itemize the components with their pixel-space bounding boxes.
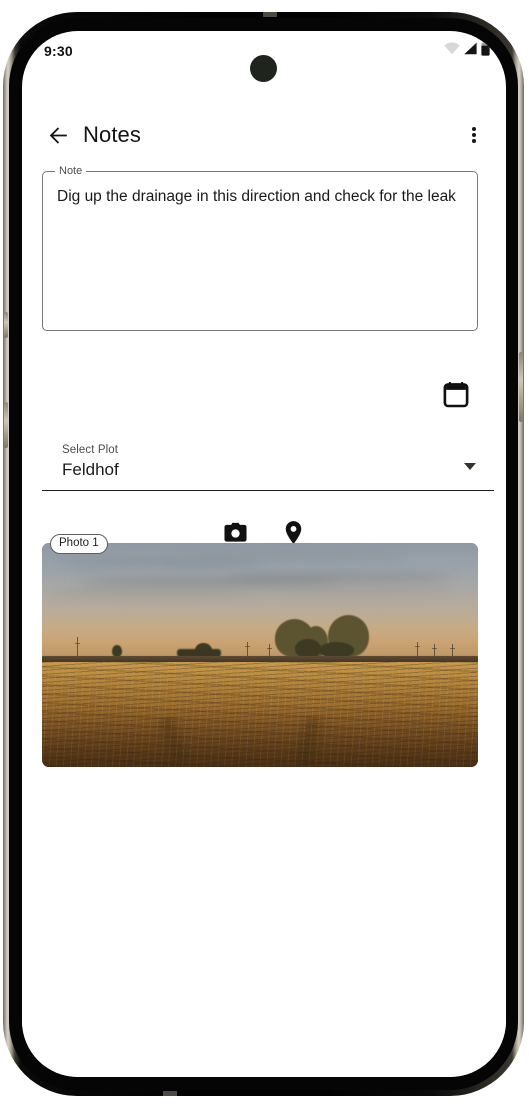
back-button[interactable] [38,115,78,155]
photo-thumbnail[interactable] [42,543,478,767]
camera-icon [223,522,247,542]
wifi-icon [444,42,460,55]
note-input[interactable]: Note Dig up the drainage in this directi… [42,165,478,331]
empty-content-area [22,771,506,1077]
phone-button-power[interactable] [519,352,523,422]
cellular-signal-icon [464,42,477,55]
status-bar-icons [444,41,490,56]
photo-chip-label[interactable]: Photo 1 [50,534,108,554]
note-input-label: Note [55,165,87,178]
photo-field [42,661,478,767]
frame-antenna-line-top [263,12,277,17]
field-shadow [42,705,478,767]
date-picker-button[interactable] [436,375,476,415]
photo-sky [42,543,478,660]
overflow-menu-button[interactable] [454,115,494,155]
power-pylon [414,641,420,658]
screenshot-root: 9:30 Notes Note Dig up the drainage in t… [0,0,529,1108]
arrow-back-icon [49,126,67,144]
calendar-icon [443,382,469,408]
power-pylon [74,637,80,658]
battery-icon [481,41,490,56]
page-title: Notes [83,122,141,147]
phone-screen: 9:30 Notes Note Dig up the drainage in t… [22,31,506,1077]
frame-antenna-line-bottom [163,1091,177,1096]
note-input-value: Dig up the drainage in this direction an… [57,188,456,205]
front-camera-punch-hole [250,55,277,82]
more-vert-icon [472,125,476,145]
map-pin-icon [285,520,301,544]
select-plot-dropdown[interactable]: Select Plot Feldhof [42,439,494,491]
app-bar: Notes [22,107,506,163]
status-bar: 9:30 [22,31,506,82]
select-plot-label: Select Plot [62,444,119,456]
power-pylon [244,641,250,658]
chevron-down-icon[interactable] [464,463,476,470]
status-bar-time: 9:30 [44,43,73,59]
select-plot-value: Feldhof [62,460,119,479]
phone-button-silent[interactable] [4,312,8,338]
date-row [42,371,478,417]
phone-button-volume[interactable] [4,402,8,448]
